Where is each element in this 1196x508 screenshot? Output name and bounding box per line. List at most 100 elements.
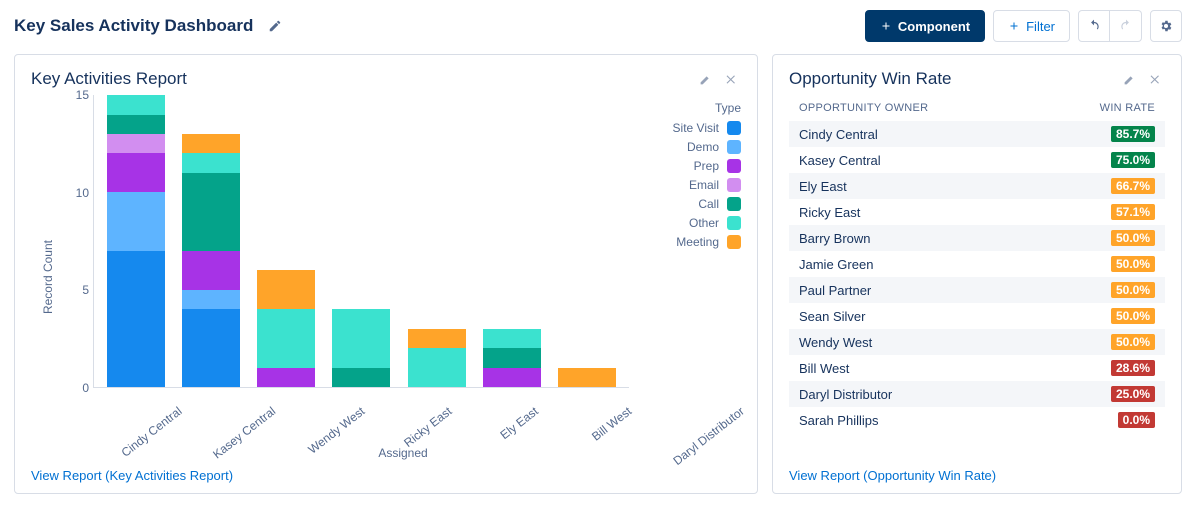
chart-legend: Type Site Visit Demo Prep Email Call Other Mee… <box>629 95 741 388</box>
bar-segment-other <box>332 309 390 367</box>
bar[interactable] <box>408 329 466 387</box>
table-row[interactable]: Daryl Distributor25.0% <box>789 381 1165 407</box>
owner-cell: Sarah Phillips <box>799 413 879 428</box>
table-row[interactable]: Sean Silver50.0% <box>789 303 1165 329</box>
edit-title-icon[interactable] <box>263 14 287 38</box>
legend-swatch <box>727 121 741 135</box>
win-rate-table: OPPORTUNITY OWNER WIN RATE Cindy Central… <box>789 95 1165 460</box>
owner-cell: Cindy Central <box>799 127 878 142</box>
x-tick: Kasey Central <box>186 388 279 452</box>
close-chart-icon[interactable] <box>721 69 741 89</box>
win-rate-badge: 75.0% <box>1111 152 1155 168</box>
owner-cell: Barry Brown <box>799 231 871 246</box>
bar-segment-meeting <box>257 270 315 309</box>
legend-swatch <box>727 159 741 173</box>
bar-segment-prep <box>107 153 165 192</box>
bar-slot <box>324 95 399 387</box>
bar[interactable] <box>558 368 616 387</box>
table-header-row: OPPORTUNITY OWNER WIN RATE <box>789 95 1165 121</box>
legend-swatch <box>727 235 741 249</box>
bar-segment-other <box>182 153 240 172</box>
table-row[interactable]: Wendy West50.0% <box>789 329 1165 355</box>
chart-title: Key Activities Report <box>31 69 187 89</box>
y-axis-label: Record Count <box>41 240 55 314</box>
table-row[interactable]: Ely East66.7% <box>789 173 1165 199</box>
bar-slot <box>550 95 625 387</box>
edit-chart-icon[interactable] <box>695 69 715 89</box>
bar[interactable] <box>257 270 315 387</box>
table-row[interactable]: Barry Brown50.0% <box>789 225 1165 251</box>
view-report-link-table[interactable]: View Report (Opportunity Win Rate) <box>789 460 1165 483</box>
y-tick: 0 <box>82 381 89 395</box>
x-tick: Ricky East <box>371 388 464 452</box>
bar-segment-meeting <box>558 368 616 387</box>
bar-segment-email <box>107 134 165 153</box>
table-row[interactable]: Bill West28.6% <box>789 355 1165 381</box>
close-table-icon[interactable] <box>1145 69 1165 89</box>
legend-item-call[interactable]: Call <box>637 197 741 211</box>
add-filter-button[interactable]: Filter <box>993 10 1070 42</box>
view-report-link-chart[interactable]: View Report (Key Activities Report) <box>31 460 741 483</box>
win-rate-badge: 66.7% <box>1111 178 1155 194</box>
legend-label: Prep <box>694 159 719 173</box>
legend-swatch <box>727 178 741 192</box>
legend-item-email[interactable]: Email <box>637 178 741 192</box>
bar-segment-other <box>408 348 466 387</box>
table-row[interactable]: Kasey Central75.0% <box>789 147 1165 173</box>
legend-label: Demo <box>687 140 719 154</box>
table-row[interactable]: Ricky East57.1% <box>789 199 1165 225</box>
add-component-label: Component <box>898 19 970 34</box>
win-rate-panel: Opportunity Win Rate OPPORTUNITY OWNER W… <box>772 54 1182 494</box>
col-owner-header: OPPORTUNITY OWNER <box>799 102 928 114</box>
redo-icon[interactable] <box>1110 10 1142 42</box>
bar-segment-prep <box>257 368 315 387</box>
win-rate-badge: 50.0% <box>1111 282 1155 298</box>
edit-table-icon[interactable] <box>1119 69 1139 89</box>
bar-segment-meeting <box>408 329 466 348</box>
legend-item-prep[interactable]: Prep <box>637 159 741 173</box>
win-rate-badge: 0.0% <box>1118 412 1155 428</box>
win-rate-badge: 85.7% <box>1111 126 1155 142</box>
legend-item-demo[interactable]: Demo <box>637 140 741 154</box>
table-row[interactable]: Paul Partner 50.0% <box>789 277 1165 303</box>
legend-item-meeting[interactable]: Meeting <box>637 235 741 249</box>
bar-slot <box>173 95 248 387</box>
table-row[interactable]: Jamie Green50.0% <box>789 251 1165 277</box>
bar-slot <box>399 95 474 387</box>
legend-swatch <box>727 216 741 230</box>
x-tick: Wendy West <box>278 388 371 452</box>
legend-swatch <box>727 197 741 211</box>
bar-segment-site_visit <box>182 309 240 387</box>
legend-label: Email <box>689 178 719 192</box>
add-component-button[interactable]: Component <box>865 10 985 42</box>
bar[interactable] <box>182 134 240 387</box>
table-row[interactable]: Cindy Central 85.7% <box>789 121 1165 147</box>
win-rate-badge: 28.6% <box>1111 360 1155 376</box>
undo-icon[interactable] <box>1078 10 1110 42</box>
legend-swatch <box>727 140 741 154</box>
owner-cell: Paul Partner <box>799 283 871 298</box>
y-tick: 15 <box>76 88 89 102</box>
bar-segment-other <box>107 95 165 114</box>
bar[interactable] <box>483 329 541 387</box>
table-title: Opportunity Win Rate <box>789 69 952 89</box>
legend-item-site_visit[interactable]: Site Visit <box>637 121 741 135</box>
legend-title: Type <box>637 101 741 115</box>
table-row[interactable]: Sarah Phillips 0.0% <box>789 407 1165 433</box>
legend-item-other[interactable]: Other <box>637 216 741 230</box>
bar-segment-meeting <box>182 134 240 153</box>
bar[interactable] <box>107 95 165 387</box>
owner-cell: Sean Silver <box>799 309 865 324</box>
bar-slot <box>249 95 324 387</box>
legend-label: Call <box>698 197 719 211</box>
x-tick: Daryl Distributor <box>648 388 741 452</box>
bar-segment-call <box>332 368 390 387</box>
legend-label: Meeting <box>676 235 719 249</box>
chart-plot-area <box>93 95 629 388</box>
win-rate-badge: 25.0% <box>1111 386 1155 402</box>
gear-icon[interactable] <box>1150 10 1182 42</box>
legend-label: Other <box>689 216 719 230</box>
bar-segment-other <box>483 329 541 348</box>
bar-segment-call <box>107 115 165 134</box>
bar[interactable] <box>332 309 390 387</box>
